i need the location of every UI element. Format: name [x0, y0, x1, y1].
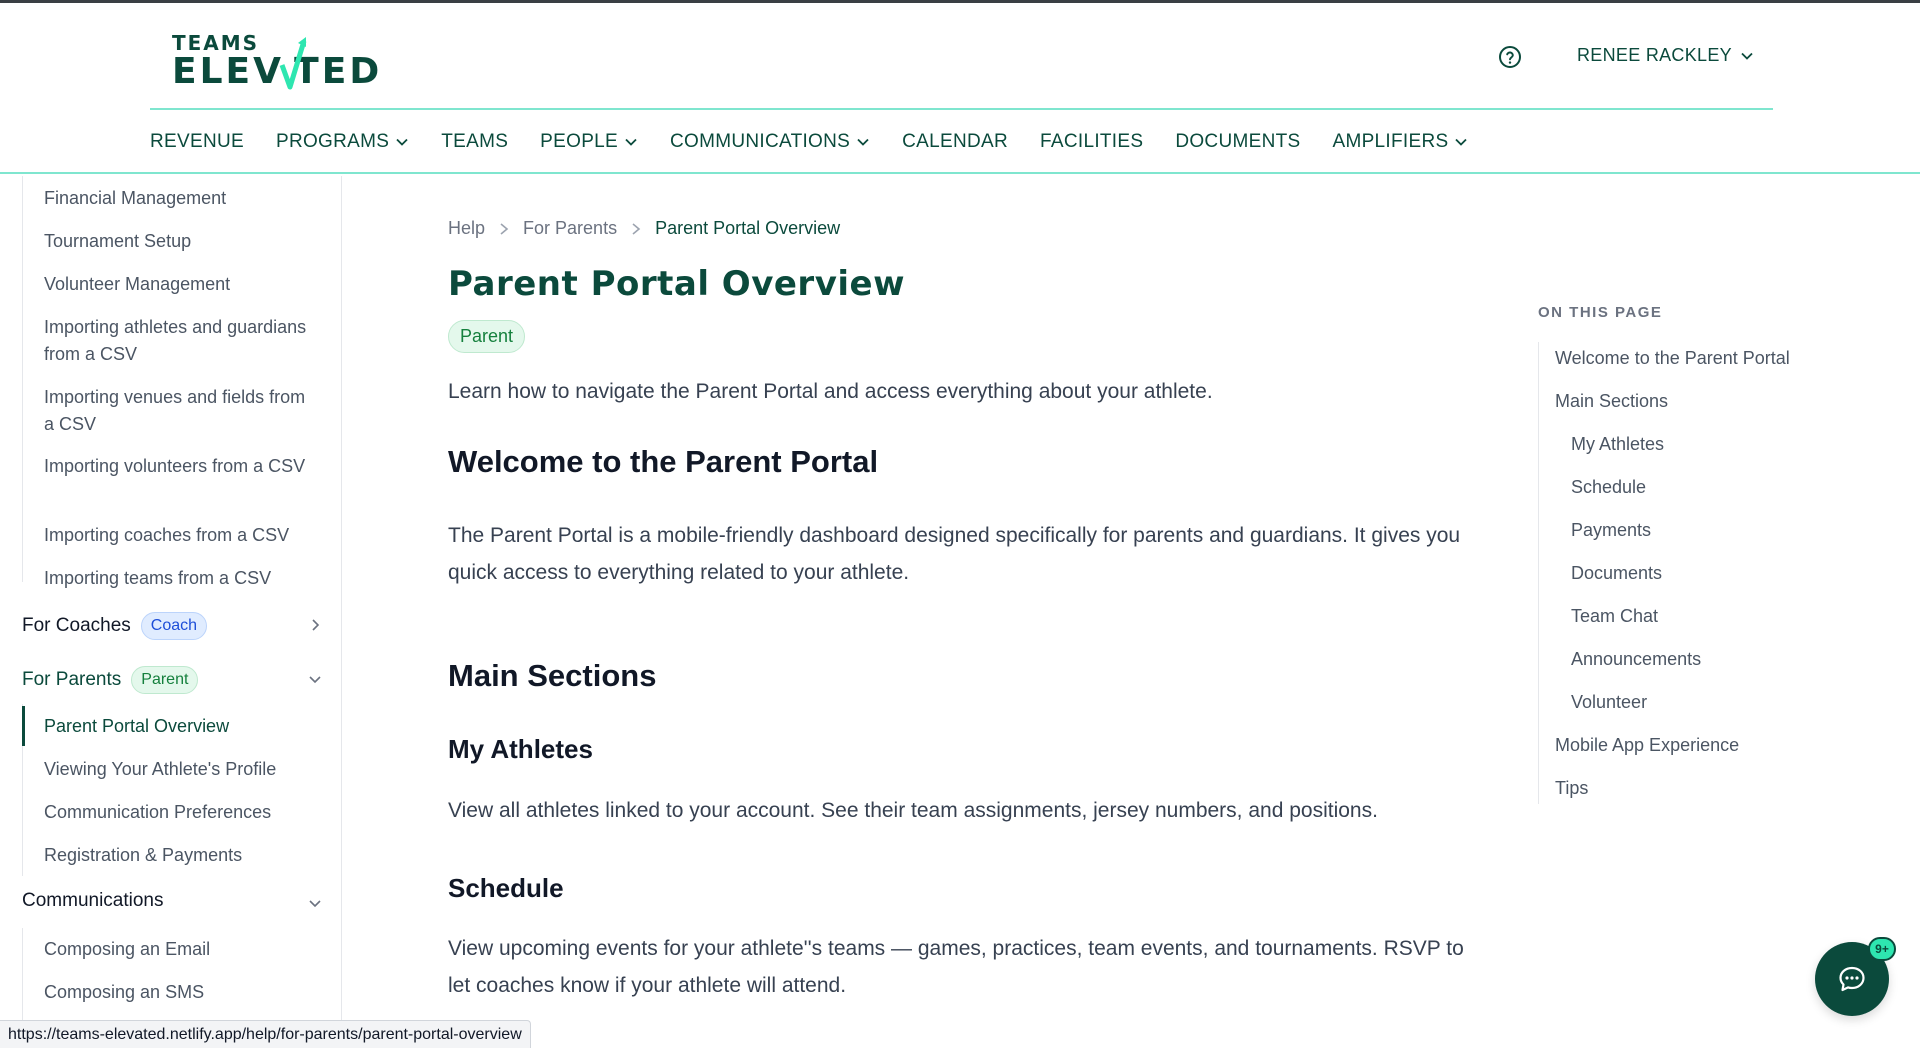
my-athletes-paragraph: View all athletes linked to your account… — [448, 799, 1378, 822]
nav-item-communications[interactable]: COMMUNICATIONS — [670, 131, 870, 153]
toc-link-my-athletes[interactable]: My Athletes — [1571, 434, 1664, 455]
heading-welcome: Welcome to the Parent Portal — [448, 444, 879, 479]
sidebar-link-import-coaches[interactable]: Importing coaches from a CSV — [44, 522, 314, 549]
sidebar-link-import-athletes[interactable]: Importing athletes and guardians from a … — [44, 314, 314, 368]
sidebar-section-for-coaches[interactable]: For Coaches Coach — [22, 612, 322, 640]
main-nav: REVENUE PROGRAMS TEAMS PEOPLE COMMUNICATIONS… — [150, 131, 1468, 153]
chevron-right-icon — [500, 222, 509, 235]
teams-elevated-logo[interactable]: TEAMS ELEV TED — [172, 31, 412, 92]
breadcrumb-current: Parent Portal Overview — [655, 218, 841, 238]
chevron-down-icon — [625, 138, 637, 146]
chevron-down-icon — [309, 900, 321, 908]
nav-item-amplifiers[interactable]: AMPLIFIERS — [1332, 131, 1468, 153]
sidebar-link-tournament-setup[interactable]: Tournament Setup — [44, 228, 314, 255]
chevron-down-icon — [857, 138, 869, 146]
nav-item-label: CALENDAR — [902, 131, 1009, 152]
heading-my-athletes: My Athletes — [448, 734, 593, 764]
sidebar-section-for-parents[interactable]: For Parents Parent — [22, 666, 322, 694]
sidebar-link-volunteer-management[interactable]: Volunteer Management — [44, 271, 314, 298]
sidebar-link-import-volunteers[interactable]: Importing volunteers from a CSV — [44, 453, 314, 480]
sidebar-group-line — [22, 176, 23, 582]
parent-badge: Parent — [448, 320, 526, 353]
parent-badge: Parent — [131, 666, 199, 694]
toc-link-announcements[interactable]: Announcements — [1571, 649, 1701, 670]
nav-item-people[interactable]: PEOPLE — [540, 131, 638, 153]
chevron-down-icon — [1455, 138, 1468, 146]
header-divider — [150, 108, 1773, 110]
sidebar-link-import-teams[interactable]: Importing teams from a CSV — [44, 565, 314, 592]
coach-badge: Coach — [140, 612, 208, 640]
toc-link-team-chat[interactable]: Team Chat — [1571, 606, 1658, 627]
nav-item-label: FACILITIES — [1040, 131, 1144, 152]
sidebar-section-communications[interactable]: Communications — [22, 890, 322, 912]
nav-item-label: AMPLIFIERS — [1332, 131, 1449, 152]
breadcrumb-for-parents[interactable]: For Parents — [523, 218, 617, 239]
nav-item-label: REVENUE — [150, 131, 244, 152]
sidebar-link-athlete-profile[interactable]: Viewing Your Athlete's Profile — [44, 756, 314, 783]
chat-bubble-icon — [1839, 966, 1865, 992]
site-header: TEAMS ELEV TED RENEE RACKLEY REVENUE PROG… — [0, 3, 1920, 174]
sidebar-link-import-venues[interactable]: Importing venues and fields from a CSV — [44, 384, 314, 438]
nav-item-programs[interactable]: PROGRAMS — [276, 131, 409, 153]
sidebar-link-financial-management[interactable]: Financial Management — [44, 185, 314, 212]
nav-item-facilities[interactable]: FACILITIES — [1040, 131, 1143, 153]
nav-item-teams[interactable]: TEAMS — [441, 131, 508, 153]
nav-item-calendar[interactable]: CALENDAR — [902, 131, 1008, 153]
toc-link-payments[interactable]: Payments — [1571, 520, 1651, 541]
nav-item-label: DOCUMENTS — [1175, 131, 1301, 152]
nav-item-label: PEOPLE — [540, 131, 619, 152]
toc-link-volunteer[interactable]: Volunteer — [1571, 692, 1647, 713]
user-menu[interactable]: RENEE RACKLEY — [1577, 45, 1754, 66]
user-name: RENEE RACKLEY — [1577, 45, 1732, 65]
sidebar-active-indicator — [22, 706, 25, 746]
sidebar-link-parent-portal-overview[interactable]: Parent Portal Overview — [44, 713, 314, 740]
chat-notification-badge: 9+ — [1868, 937, 1896, 961]
nav-item-label: TEAMS — [441, 131, 509, 152]
page-lead: Learn how to navigate the Parent Portal … — [448, 380, 1213, 403]
toc-link-tips[interactable]: Tips — [1555, 778, 1588, 799]
schedule-paragraph: View upcoming events for your athlete''s… — [448, 937, 1464, 997]
browser-status-bar: https://teams-elevated.netlify.app/help/… — [0, 1020, 531, 1048]
sidebar-link-composing-sms[interactable]: Composing an SMS — [44, 979, 314, 1006]
nav-item-revenue[interactable]: REVENUE — [150, 131, 244, 153]
sidebar-link-composing-email[interactable]: Composing an Email — [44, 936, 314, 963]
chevron-down-icon — [396, 138, 408, 146]
toc-link-main-sections[interactable]: Main Sections — [1555, 391, 1668, 412]
page-title: Parent Portal Overview — [448, 264, 905, 304]
toc-line — [1538, 342, 1539, 804]
question-circle-icon — [1499, 46, 1521, 68]
nav-item-label: COMMUNICATIONS — [670, 131, 851, 152]
heading-main-sections: Main Sections — [448, 658, 657, 693]
logo-arrow-icon — [279, 37, 307, 90]
help-button[interactable] — [1497, 44, 1523, 70]
help-sidebar: Financial Management Tournament Setup Vo… — [0, 176, 342, 1048]
section-label: Communications — [22, 890, 164, 911]
chevron-right-icon — [312, 619, 320, 631]
heading-schedule: Schedule — [448, 873, 564, 903]
nav-item-documents[interactable]: DOCUMENTS — [1175, 131, 1300, 153]
sidebar-link-communication-preferences[interactable]: Communication Preferences — [44, 799, 314, 826]
chevron-right-icon — [632, 222, 641, 235]
welcome-paragraph: The Parent Portal is a mobile-friendly d… — [448, 524, 1461, 584]
breadcrumb-help[interactable]: Help — [448, 218, 485, 239]
chevron-down-icon — [309, 676, 321, 684]
toc-link-welcome-to-the-parent-portal[interactable]: Welcome to the Parent Portal — [1555, 348, 1790, 369]
section-label: For Parents — [22, 669, 122, 690]
toc-link-documents[interactable]: Documents — [1571, 563, 1662, 584]
breadcrumb: Help For Parents Parent Portal Overview — [448, 218, 840, 239]
nav-item-label: PROGRAMS — [275, 131, 390, 152]
toc-link-mobile-app-experience[interactable]: Mobile App Experience — [1555, 735, 1739, 756]
sidebar-link-registration-payments[interactable]: Registration & Payments — [44, 842, 314, 869]
chevron-down-icon — [1741, 52, 1753, 60]
toc-link-schedule[interactable]: Schedule — [1571, 477, 1646, 498]
section-label: For Coaches — [22, 615, 131, 636]
toc-title: ON THIS PAGE — [1538, 304, 1663, 321]
